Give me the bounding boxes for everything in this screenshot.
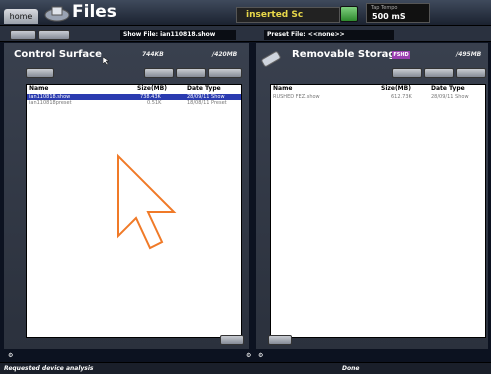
right-gear-icon: ⚙ bbox=[258, 352, 264, 359]
status-message: Requested device analysis bbox=[4, 365, 94, 372]
column-name[interactable]: Name bbox=[273, 85, 292, 92]
file-size: 0.51K bbox=[147, 100, 162, 106]
files-logo-icon bbox=[44, 6, 70, 22]
left-gear-icon: ⚙ bbox=[8, 352, 14, 359]
mouse-pointer-icon bbox=[103, 57, 110, 65]
preset-file-label: Preset File: <<none>> bbox=[264, 30, 394, 40]
file-info-bar bbox=[0, 26, 491, 42]
column-date-type[interactable]: Date Type bbox=[187, 85, 221, 92]
file-name: ian110818preset bbox=[29, 100, 72, 106]
list-header: Name Size(MB) Date Type bbox=[27, 85, 241, 94]
list-header: Name Size(MB) Date Type bbox=[271, 85, 485, 94]
top-bar: home Files inserted Sc Tap Tempo 500 mS bbox=[0, 0, 491, 26]
tap-tempo-display[interactable]: Tap Tempo 500 mS bbox=[366, 3, 430, 23]
status-bar: Requested device analysis Done bbox=[0, 362, 491, 374]
column-date-type[interactable]: Date Type bbox=[431, 85, 465, 92]
mid-gear-icon: ⚙ bbox=[246, 352, 252, 359]
show-file-label: Show File: ian110818.show bbox=[120, 30, 236, 40]
left-delete-button[interactable] bbox=[208, 68, 242, 78]
left-send-button[interactable] bbox=[220, 335, 244, 345]
page-title: Files bbox=[72, 2, 117, 22]
column-name[interactable]: Name bbox=[29, 85, 48, 92]
back-button[interactable] bbox=[10, 30, 36, 40]
left-new-folder-button[interactable] bbox=[26, 68, 54, 78]
status-indicator-icon bbox=[340, 6, 358, 22]
removable-storage-panel: Removable Storage FSHD /495MB Name Size(… bbox=[256, 43, 488, 349]
status-readout: inserted Sc bbox=[236, 7, 340, 23]
removable-storage-title: Removable Storage bbox=[292, 49, 403, 60]
file-row[interactable]: RUSHED FEZ.show 612.73K 28/09/11 Show bbox=[271, 94, 485, 100]
right-rename-button[interactable] bbox=[424, 68, 454, 78]
cursor-arrow-icon bbox=[117, 153, 177, 250]
file-size: 612.73K bbox=[391, 94, 412, 100]
refresh-button[interactable] bbox=[38, 30, 70, 40]
right-send-button[interactable] bbox=[268, 335, 292, 345]
home-tab[interactable]: home bbox=[4, 9, 38, 24]
column-size[interactable]: Size(MB) bbox=[137, 85, 167, 92]
right-delete-button[interactable] bbox=[456, 68, 486, 78]
file-name: RUSHED FEZ.show bbox=[273, 94, 320, 100]
left-copy-button[interactable] bbox=[144, 68, 174, 78]
column-size[interactable]: Size(MB) bbox=[381, 85, 411, 92]
control-surface-used: 744KB bbox=[142, 51, 164, 58]
status-done: Done bbox=[342, 365, 360, 372]
right-copy-button[interactable] bbox=[392, 68, 422, 78]
left-rename-button[interactable] bbox=[176, 68, 206, 78]
file-row[interactable]: ian110818preset 0.51K 18/08/11 Preset bbox=[27, 100, 241, 106]
file-date: 18/08/11 Preset bbox=[187, 100, 227, 106]
control-surface-total: /420MB bbox=[212, 51, 238, 58]
file-date: 28/09/11 Show bbox=[431, 94, 469, 100]
tap-tempo-label: Tap Tempo bbox=[371, 5, 398, 11]
removable-storage-file-list[interactable]: Name Size(MB) Date Type RUSHED FEZ.show … bbox=[270, 84, 486, 338]
usb-drive-icon bbox=[261, 51, 281, 67]
storage-badge: FSHD bbox=[392, 51, 410, 59]
control-surface-title: Control Surface bbox=[14, 49, 102, 60]
removable-storage-total: /495MB bbox=[456, 51, 482, 58]
tap-tempo-value: 500 mS bbox=[372, 12, 406, 21]
